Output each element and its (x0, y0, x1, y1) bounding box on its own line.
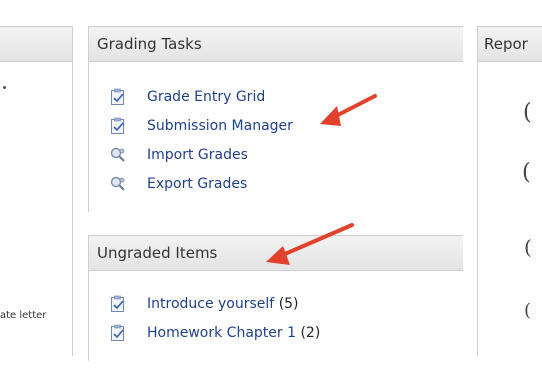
annotation-arrows (266, 94, 377, 265)
arrow-to-ungraded-items (276, 223, 354, 259)
arrow-head-ungraded (266, 246, 290, 265)
arrow-head-submission (320, 106, 341, 126)
